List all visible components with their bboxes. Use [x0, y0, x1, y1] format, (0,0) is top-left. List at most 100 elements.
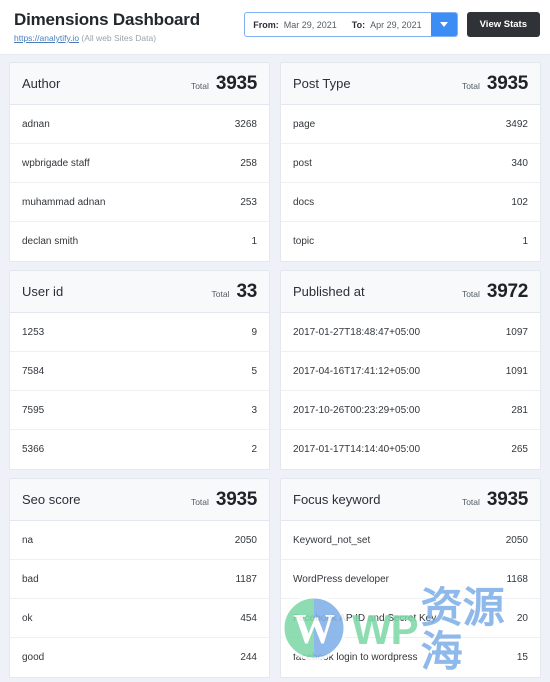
header-controls: From: Mar 29, 2021 To: Apr 29, 2021 View… [244, 8, 540, 37]
card-total: Total 3972 [462, 281, 528, 303]
row-value: 3492 [505, 118, 528, 130]
row-value: 3268 [234, 118, 257, 130]
card-total: Total 3935 [191, 73, 257, 95]
row-label: topic [293, 236, 315, 247]
table-row: 2017-04-16T17:41:12+05:00 1091 [281, 352, 540, 391]
table-row: facebook login to wordpress 15 [281, 638, 540, 677]
table-row: muhammad adnan 253 [10, 183, 269, 222]
row-value: 1091 [505, 365, 528, 377]
card-header: Post Type Total 3935 [281, 63, 540, 105]
row-value: 454 [240, 612, 257, 624]
card-total: Total 3935 [191, 489, 257, 511]
title-block: Dimensions Dashboard https://analytify.i… [14, 8, 200, 44]
row-value: 2050 [234, 534, 257, 546]
table-row: 7595 3 [10, 391, 269, 430]
card-title: Seo score [22, 492, 81, 507]
row-value: 253 [240, 196, 257, 208]
date-to-label: To: [351, 19, 366, 30]
table-row: 2017-10-26T00:23:29+05:00 281 [281, 391, 540, 430]
card-title: User id [22, 284, 64, 299]
site-link[interactable]: https://analytify.io [14, 33, 79, 43]
row-value: 5 [251, 365, 257, 377]
chevron-down-icon [439, 22, 448, 27]
card-title: Focus keyword [293, 492, 381, 507]
row-value: 1 [522, 236, 528, 247]
dimension-card: Seo score Total 3935 na 2050 bad 1187 ok 454 good… [9, 478, 270, 678]
row-label: declan smith [22, 236, 79, 247]
row-value: 1187 [235, 573, 257, 585]
view-stats-button[interactable]: View Stats [466, 12, 540, 37]
row-value: 340 [511, 157, 528, 169]
row-value: 9 [251, 326, 257, 338]
card-title: Author [22, 76, 61, 91]
row-value: 281 [511, 404, 528, 416]
date-range-dropdown-button[interactable] [430, 13, 457, 36]
card-header: Author Total 3935 [10, 63, 269, 105]
table-row: na 2050 [10, 521, 269, 560]
row-label: good [22, 652, 45, 663]
row-label: bad [22, 573, 39, 585]
site-subtitle: https://analytify.io (All web Sites Data… [14, 33, 200, 44]
total-label: Total [190, 496, 209, 507]
table-row: post 340 [281, 144, 540, 183]
row-value: 1168 [506, 573, 528, 585]
row-value: 2 [251, 444, 257, 455]
table-row: 1253 9 [10, 313, 269, 352]
row-value: 15 [516, 652, 528, 663]
table-row: docs 102 [281, 183, 540, 222]
row-label: facebook login to wordpress [293, 652, 418, 663]
row-label: 2017-01-17T14:14:40+05:00 [293, 444, 421, 455]
table-row: topic 1 [281, 222, 540, 261]
total-value: 3935 [486, 72, 528, 94]
table-row: WordPress developer 1168 [281, 560, 540, 599]
page-title: Dimensions Dashboard [14, 10, 200, 29]
table-row: 2017-01-17T14:14:40+05:00 265 [281, 430, 540, 469]
row-label: 7595 [22, 404, 45, 416]
table-row: 5366 2 [10, 430, 269, 469]
card-header: User id Total 33 [10, 271, 269, 313]
card-header: Seo score Total 3935 [10, 479, 269, 521]
table-row: declan smith 1 [10, 222, 269, 261]
row-value: 258 [240, 157, 257, 169]
total-label: Total [461, 80, 480, 91]
row-label: 2017-04-16T17:41:12+05:00 [293, 365, 421, 377]
row-label: docs [293, 196, 315, 208]
row-label: post [293, 157, 312, 169]
row-value: 3 [251, 404, 257, 416]
row-value: 20 [516, 612, 528, 624]
card-title: Published at [293, 284, 365, 299]
table-row: 7584 5 [10, 352, 269, 391]
row-label: na [22, 534, 34, 546]
date-range-fields[interactable]: From: Mar 29, 2021 To: Apr 29, 2021 [245, 13, 430, 36]
dimension-card: Post Type Total 3935 page 3492 post 340 docs 102… [280, 62, 541, 262]
total-label: Total [461, 496, 480, 507]
row-label: 2017-10-26T00:23:29+05:00 [293, 404, 421, 416]
total-label: Total [190, 80, 209, 91]
card-total: Total 33 [211, 281, 257, 303]
total-label: Total [461, 288, 480, 299]
card-header: Focus keyword Total 3935 [281, 479, 540, 521]
table-row: wpbrigade staff 258 [10, 144, 269, 183]
row-value: 102 [511, 196, 528, 208]
row-label: 5366 [22, 444, 45, 455]
table-row: good 244 [10, 638, 269, 677]
table-row: Keyword_not_set 2050 [281, 521, 540, 560]
row-label: 7584 [22, 365, 45, 377]
total-value: 33 [236, 280, 257, 302]
row-label: muhammad adnan [22, 196, 106, 208]
dashboard-header: Dimensions Dashboard https://analytify.i… [0, 0, 550, 55]
total-value: 3935 [215, 72, 257, 94]
row-label: Keyword_not_set [293, 534, 371, 546]
row-label: 2017-01-27T18:48:47+05:00 [293, 326, 421, 338]
dimensions-card-grid: Author Total 3935 adnan 3268 wpbrigade staff 2… [0, 55, 550, 678]
date-from-value: Mar 29, 2021 [283, 19, 337, 30]
card-title: Post Type [293, 76, 351, 91]
card-total: Total 3935 [462, 73, 528, 95]
dimension-card: Author Total 3935 adnan 3268 wpbrigade staff 2… [9, 62, 270, 262]
dimension-card: Focus keyword Total 3935 Keyword_not_set 205… [280, 478, 541, 678]
site-scope-label: (All web Sites Data) [81, 33, 157, 43]
date-range-picker[interactable]: From: Mar 29, 2021 To: Apr 29, 2021 [244, 12, 458, 37]
table-row: Facebook AP ID and Secret Key 20 [281, 599, 540, 638]
row-value: 1097 [505, 326, 528, 338]
table-row: adnan 3268 [10, 105, 269, 144]
